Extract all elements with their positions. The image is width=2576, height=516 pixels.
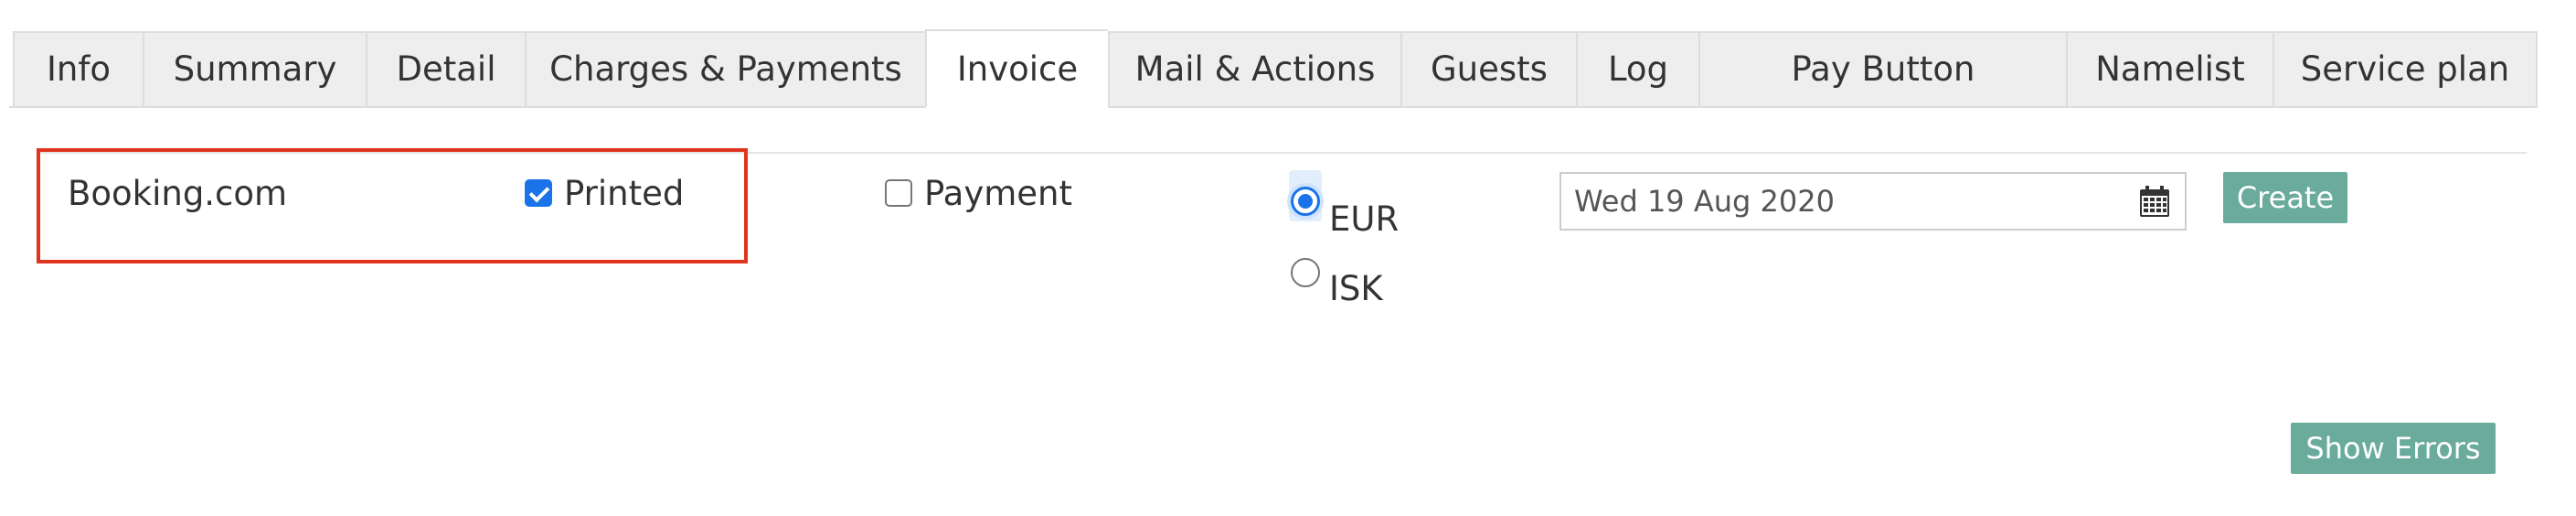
tab-charges-payments[interactable]: Charges & Payments: [525, 31, 925, 108]
tab-namelist[interactable]: Namelist: [2066, 31, 2273, 108]
invoice-date-input[interactable]: Wed 19 Aug 2020: [1559, 172, 2187, 231]
tab-log[interactable]: Log: [1576, 31, 1698, 108]
tab-bar-divider: [9, 106, 2527, 108]
tab-guests[interactable]: Guests: [1400, 31, 1576, 108]
printed-checkbox[interactable]: [525, 179, 552, 207]
calendar-icon[interactable]: [2139, 185, 2170, 218]
create-button[interactable]: Create: [2223, 172, 2347, 223]
tab-detail[interactable]: Detail: [366, 31, 525, 108]
show-errors-button[interactable]: Show Errors: [2291, 423, 2496, 474]
currency-radio-eur[interactable]: [1291, 187, 1320, 216]
tab-pay-button[interactable]: Pay Button: [1698, 31, 2066, 108]
tab-invoice[interactable]: Invoice: [925, 29, 1108, 108]
invoice-recipient: Booking.com: [68, 174, 288, 213]
tab-mail-actions[interactable]: Mail & Actions: [1108, 31, 1400, 108]
currency-label-isk: ISK: [1329, 269, 1383, 308]
tab-info[interactable]: Info: [13, 31, 143, 108]
payment-checkbox[interactable]: [885, 179, 912, 207]
tab-bar: Info Summary Detail Charges & Payments I…: [13, 29, 2538, 108]
currency-label-eur: EUR: [1329, 199, 1400, 239]
printed-label: Printed: [564, 174, 685, 213]
currency-radio-isk[interactable]: [1291, 258, 1320, 287]
tab-summary[interactable]: Summary: [143, 31, 366, 108]
tab-service-plan[interactable]: Service plan: [2273, 31, 2538, 108]
payment-label: Payment: [924, 174, 1072, 213]
